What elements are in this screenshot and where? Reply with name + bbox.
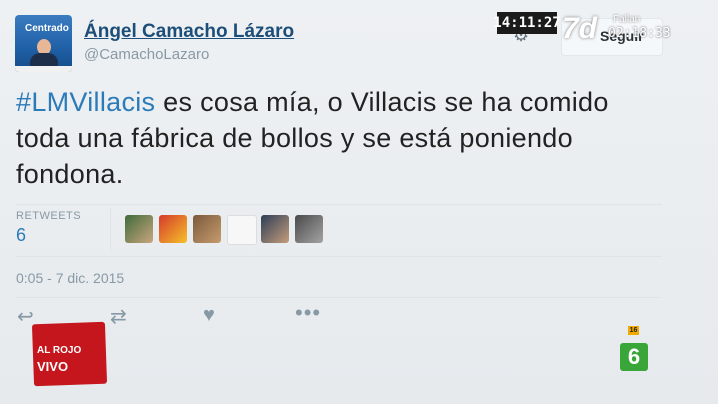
stats-separator xyxy=(110,208,111,252)
user-avatar[interactable]: Centrado xyxy=(15,15,72,72)
divider xyxy=(16,204,662,205)
broadcast-clock: 14:11:27 xyxy=(493,12,561,34)
tweet-timestamp[interactable]: 0:05 - 7 dic. 2015 xyxy=(16,270,124,286)
retweeter-avatar[interactable] xyxy=(227,215,257,245)
retweeter-avatar[interactable] xyxy=(125,215,153,243)
tweet-screen: Centrado Ángel Camacho Lázaro @CamachoLa… xyxy=(0,0,718,404)
channel-7d-logo: 7d xyxy=(562,12,598,45)
retweets-count[interactable]: 6 xyxy=(16,225,26,246)
divider xyxy=(16,256,662,257)
retweeter-avatar[interactable] xyxy=(261,215,289,243)
retweet-icon[interactable]: ⇄ xyxy=(110,304,127,329)
avatar-bar xyxy=(15,66,72,72)
retweeter-avatar[interactable] xyxy=(159,215,187,243)
user-handle: @CamachoLazaro xyxy=(84,46,210,63)
program-logo-line1: AL ROJO xyxy=(37,345,82,356)
channel-logo: 6 xyxy=(620,343,648,371)
program-logo-line2: VIVO xyxy=(37,359,69,374)
divider xyxy=(16,297,662,298)
tweet-text: #LMVillacis es cosa mía, o Villacis se h… xyxy=(16,84,666,192)
more-icon[interactable]: ••• xyxy=(295,300,321,326)
retweets-label: RETWEETS xyxy=(16,210,82,222)
user-name[interactable]: Ángel Camacho Lázaro xyxy=(84,21,294,43)
age-rating-badge: 16 xyxy=(628,326,639,335)
avatar-label: Centrado xyxy=(25,23,69,34)
countdown-value: 02:18:33 xyxy=(608,26,671,41)
retweeter-avatar[interactable] xyxy=(295,215,323,243)
tweet-hashtag[interactable]: #LMVillacis xyxy=(16,87,155,117)
countdown-label: Fallan xyxy=(613,14,641,25)
heart-icon[interactable]: ♥ xyxy=(203,304,215,327)
retweeter-avatar[interactable] xyxy=(193,215,221,243)
